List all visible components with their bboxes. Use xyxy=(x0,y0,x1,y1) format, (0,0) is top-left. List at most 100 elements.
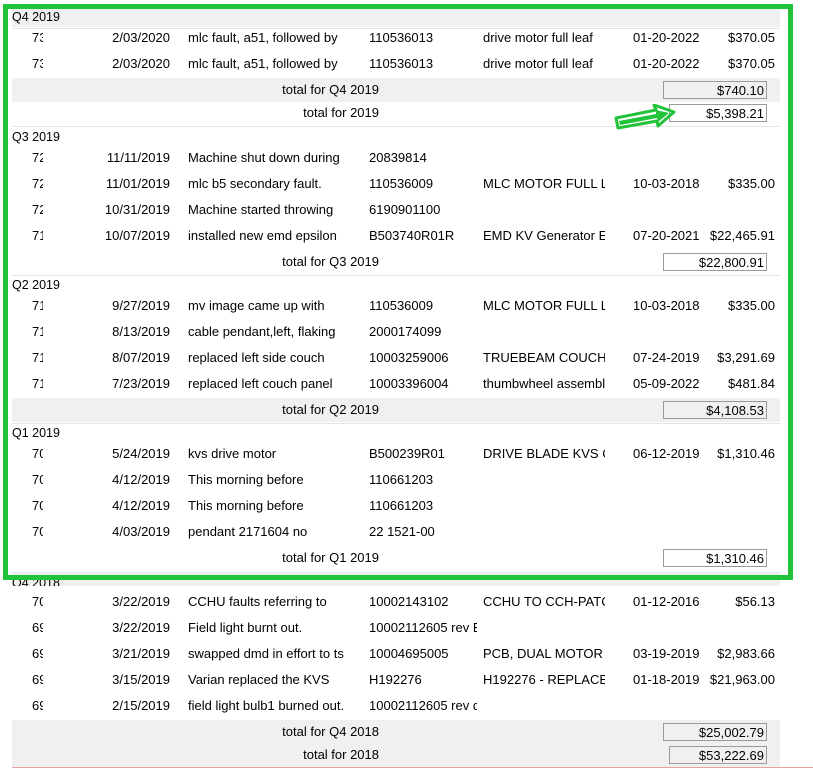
table-row[interactable]: 732 2/03/2020 mlc fault, a51, followed b… xyxy=(12,52,780,76)
record-effective-date: 03-19-2019 xyxy=(633,646,700,661)
record-id: 710 xyxy=(32,376,43,391)
record-date: 4/12/2019 xyxy=(112,472,170,487)
year-total-row: total for 2018 $53,222.69 xyxy=(12,743,780,767)
record-part-name: MLC MOTOR FULL LEAF xyxy=(483,298,605,313)
record-date: 4/03/2019 xyxy=(112,524,170,539)
table-row[interactable]: 702 4/03/2019 pendant 2171604 no 22 1521… xyxy=(12,520,780,544)
record-description: Machine shut down during xyxy=(188,150,340,165)
record-part-number: 10003396004 xyxy=(369,376,449,391)
record-date: 11/01/2019 xyxy=(105,176,170,191)
record-id: 702 xyxy=(32,524,43,539)
record-date: 3/15/2019 xyxy=(112,672,170,687)
record-date: 4/12/2019 xyxy=(112,498,170,513)
table-row[interactable]: 718 10/07/2019 installed new emd epsilon… xyxy=(12,224,780,248)
record-effective-date: 01-20-2022 xyxy=(633,56,700,71)
record-part-name: H192276 - REPLACE KVS xyxy=(483,672,605,687)
quarter-total-value[interactable]: $22,800.91 xyxy=(663,253,767,271)
group-header-q4-2019: Q4 2019 xyxy=(12,7,780,27)
table-row[interactable]: 696 2/15/2019 field light bulb1 burned o… xyxy=(12,694,780,718)
table-row[interactable]: 717 9/27/2019 mv image came up with 1105… xyxy=(12,294,780,318)
table-row[interactable]: 710 7/23/2019 replaced left couch panel … xyxy=(12,372,780,396)
record-part-number: 10003259006 xyxy=(369,350,449,365)
record-date: 8/07/2019 xyxy=(112,350,170,365)
record-id: 696 xyxy=(32,698,43,713)
record-description: Field light burnt out. xyxy=(188,620,303,635)
record-part-number: 110536013 xyxy=(369,56,434,71)
record-amount: $481.84 xyxy=(728,376,775,391)
quarter-total-label: total for Q4 2019 xyxy=(282,82,379,97)
table-row[interactable]: 699 3/22/2019 Field light burnt out. 100… xyxy=(12,616,780,640)
quarter-total-value[interactable]: $1,310.46 xyxy=(663,549,767,567)
record-description: kvs drive motor xyxy=(188,446,277,461)
record-id: 705 xyxy=(32,446,43,461)
group-header-q1-2019: Q1 2019 xyxy=(12,426,60,440)
table-row[interactable]: 705 5/24/2019 kvs drive motor B500239R01… xyxy=(12,442,780,466)
record-date: 11/11/2019 xyxy=(106,150,170,165)
record-id: 700 xyxy=(32,594,43,609)
quarter-total-row: total for Q2 2019 $4,108.53 xyxy=(12,398,780,422)
table-row[interactable]: 713 8/13/2019 cable pendant,left, flakin… xyxy=(12,320,780,344)
record-date: 2/03/2020 xyxy=(112,56,170,71)
record-effective-date: 01-18-2019 xyxy=(633,672,700,687)
quarter-total-label: total for Q3 2019 xyxy=(282,254,379,269)
year-total-value[interactable]: $5,398.21 xyxy=(669,104,767,122)
record-amount: $22,465.91 xyxy=(709,228,775,243)
record-part-number: 20839814 xyxy=(369,150,427,165)
table-row[interactable]: 699 3/21/2019 swapped dmd in effort to t… xyxy=(12,642,780,666)
record-date: 3/22/2019 xyxy=(112,620,170,635)
table-row[interactable]: 700 3/22/2019 CCHU faults referring to 1… xyxy=(12,590,780,614)
record-amount: $335.00 xyxy=(728,176,775,191)
quarter-total-value[interactable]: $25,002.79 xyxy=(663,723,767,741)
quarter-total-value[interactable]: $4,108.53 xyxy=(663,401,767,419)
record-part-number: 110536009 xyxy=(369,298,434,313)
record-id: 703 xyxy=(32,472,43,487)
record-amount: $2,983.66 xyxy=(717,646,775,661)
record-date: 2/03/2020 xyxy=(112,30,170,45)
record-amount: $1,310.46 xyxy=(717,446,775,461)
arrow-right-icon xyxy=(614,104,676,130)
quarter-total-label: total for Q4 2018 xyxy=(282,724,379,739)
record-date: 3/21/2019 xyxy=(112,646,170,661)
record-description: pendant 2171604 no xyxy=(188,524,308,539)
record-part-name: thumbwheel assembly xyxy=(483,376,605,391)
record-effective-date: 10-03-2018 xyxy=(633,176,700,191)
record-date: 7/23/2019 xyxy=(112,376,170,391)
record-id: 713 xyxy=(32,324,43,339)
record-id: 732 xyxy=(32,30,43,45)
record-date: 8/13/2019 xyxy=(112,324,170,339)
table-row[interactable]: 722 11/11/2019 Machine shut down during … xyxy=(12,146,780,170)
record-id: 720 xyxy=(32,202,43,217)
record-part-name: PCB, DUAL MOTOR DRIVE xyxy=(483,646,605,661)
record-effective-date: 07-20-2021 xyxy=(633,228,700,243)
report-view: Q4 2019 732 2/03/2020 mlc fault, a51, fo… xyxy=(0,0,813,772)
record-part-name: TRUEBEAM COUCH SIDE xyxy=(483,350,605,365)
record-amount: $370.05 xyxy=(728,30,775,45)
quarter-total-value[interactable]: $740.10 xyxy=(663,81,767,99)
record-id: 718 xyxy=(32,228,43,243)
record-effective-date: 10-03-2018 xyxy=(633,298,700,313)
record-description: CCHU faults referring to xyxy=(188,594,327,609)
table-row[interactable]: 713 8/07/2019 replaced left side couch 1… xyxy=(12,346,780,370)
record-description: mv image came up with xyxy=(188,298,325,313)
record-description: This morning before xyxy=(188,498,304,513)
page-break-line xyxy=(12,767,813,768)
group-header-q2-2019: Q2 2019 xyxy=(12,278,60,292)
record-part-name: drive motor full leaf xyxy=(483,30,593,45)
year-total-value[interactable]: $53,222.69 xyxy=(669,746,767,764)
record-id: 713 xyxy=(32,350,43,365)
table-row[interactable]: 703 4/12/2019 This morning before 110661… xyxy=(12,468,780,492)
table-row[interactable]: 720 11/01/2019 mlc b5 secondary fault. 1… xyxy=(12,172,780,196)
record-id: 703 xyxy=(32,498,43,513)
table-row[interactable]: 703 4/12/2019 This morning before 110661… xyxy=(12,494,780,518)
record-part-number: 110536013 xyxy=(369,30,434,45)
group-header-q4-2018: Q4 2018 xyxy=(12,572,780,586)
record-part-name: drive motor full leaf xyxy=(483,56,593,71)
table-row[interactable]: 698 3/15/2019 Varian replaced the KVS H1… xyxy=(12,668,780,692)
record-part-name: DRIVE BLADE KVS COLL xyxy=(483,446,605,461)
record-date: 10/31/2019 xyxy=(104,202,170,217)
record-part-number: B500239R01 xyxy=(369,446,445,461)
table-row[interactable]: 720 10/31/2019 Machine started throwing … xyxy=(12,198,780,222)
record-amount: $335.00 xyxy=(728,298,775,313)
record-id: 699 xyxy=(32,646,43,661)
table-row[interactable]: 732 2/03/2020 mlc fault, a51, followed b… xyxy=(12,26,780,50)
